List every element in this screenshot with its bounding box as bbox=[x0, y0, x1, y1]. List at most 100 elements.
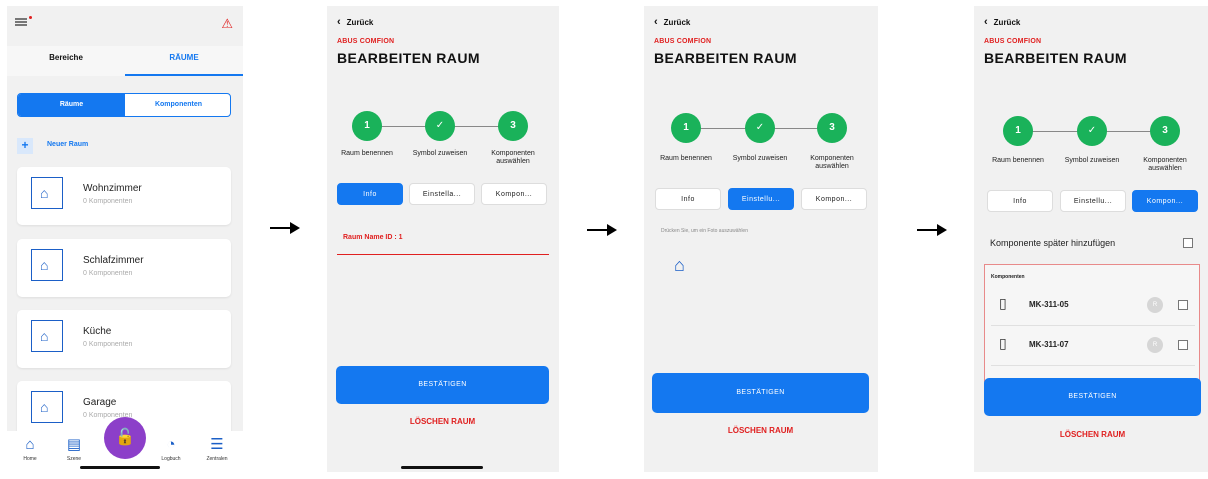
step-2: ✓ bbox=[745, 113, 775, 143]
delete-room-button[interactable]: LÖSCHEN RAUM bbox=[652, 426, 869, 435]
chevron-left-icon: ‹ bbox=[984, 16, 988, 28]
back-label: Zurück bbox=[993, 18, 1021, 27]
room-card[interactable]: ⌂ Schlafzimmer 0 Komponenten bbox=[17, 239, 231, 297]
room-icon: ⌂ bbox=[31, 391, 63, 423]
room-name-label: Raum Name ID : 1 bbox=[343, 234, 403, 241]
segment-control: Räume Komponenten bbox=[17, 93, 231, 117]
list-item[interactable]: ▯ MK-311-05 R bbox=[985, 287, 1199, 325]
edit-room-info-screen: ‹ Zurück ABUS COMFION BEARBEITEN RAUM 1 ✓… bbox=[327, 6, 559, 472]
confirm-button[interactable]: BESTÄTIGEN bbox=[984, 378, 1201, 416]
tab-bereiche[interactable]: Bereiche bbox=[7, 46, 125, 76]
add-later-label: Komponente später hinzufügen bbox=[990, 238, 1116, 248]
back-button[interactable]: ‹ Zurück bbox=[337, 16, 373, 28]
segment-components[interactable]: Komponenten bbox=[125, 94, 230, 116]
page-title: BEARBEITEN RAUM bbox=[654, 50, 797, 66]
nav-logbuch[interactable]: ◔ Logbuch bbox=[153, 436, 189, 463]
add-later-checkbox[interactable] bbox=[1183, 238, 1193, 248]
flow-arrow bbox=[270, 221, 300, 235]
step-2-label: Symbol zuweisen bbox=[1064, 157, 1120, 164]
tab-info[interactable]: Info bbox=[337, 183, 403, 205]
chevron-left-icon: ‹ bbox=[654, 16, 658, 28]
component-name: MK-311-07 bbox=[1029, 340, 1069, 349]
edit-room-components-screen: ‹ Zurück ABUS COMFION BEARBEITEN RAUM 1 ✓… bbox=[974, 6, 1208, 472]
segment-rooms[interactable]: Räume bbox=[18, 94, 125, 116]
step-3: 3 bbox=[498, 111, 528, 141]
back-label: Zurück bbox=[346, 18, 374, 27]
step-3: 3 bbox=[817, 113, 847, 143]
components-header: Komponenten bbox=[991, 274, 1025, 280]
room-icon: ⌂ bbox=[31, 320, 63, 352]
brand-label: ABUS COMFION bbox=[654, 38, 712, 45]
nav-home-label: Home bbox=[23, 456, 37, 462]
nav-home[interactable]: ⌂ Home bbox=[12, 436, 48, 463]
components-list: Komponenten ▯ MK-311-05 R ▯ MK-311-07 R bbox=[984, 264, 1200, 382]
step-2-label: Symbol zuweisen bbox=[732, 155, 788, 162]
step-3-label: Komponenten auswählen bbox=[491, 150, 535, 165]
list-item[interactable]: ▯ MK-311-07 R bbox=[985, 327, 1199, 365]
photo-hint: Drücken Sie, um ein Foto auszuwählen bbox=[661, 228, 748, 234]
tab-raeume[interactable]: RÄUME bbox=[125, 46, 243, 76]
delete-room-button[interactable]: LÖSCHEN RAUM bbox=[336, 417, 549, 426]
edit-room-settings-screen: ‹ Zurück ABUS COMFION BEARBEITEN RAUM 1 ✓… bbox=[644, 6, 878, 472]
room-name-input[interactable] bbox=[337, 254, 549, 255]
step-1: 1 bbox=[1003, 116, 1033, 146]
lock-icon: 🔓 bbox=[115, 429, 135, 446]
home-indicator bbox=[401, 466, 483, 469]
page-title: BEARBEITEN RAUM bbox=[984, 50, 1127, 66]
tab-settings[interactable]: Einstellu... bbox=[728, 188, 794, 210]
tab-components[interactable]: Kompon... bbox=[801, 188, 867, 210]
back-label: Zurück bbox=[663, 18, 691, 27]
component-checkbox[interactable] bbox=[1178, 300, 1188, 310]
step-3: 3 bbox=[1150, 116, 1180, 146]
tab-settings[interactable]: Einstella... bbox=[409, 183, 475, 205]
plus-icon: + bbox=[17, 138, 33, 154]
log-icon: ◔ bbox=[166, 436, 176, 453]
room-card[interactable]: ⌂ Küche 0 Komponenten bbox=[17, 310, 231, 368]
top-bar: ⚠ bbox=[7, 6, 243, 36]
back-button[interactable]: ‹ Zurück bbox=[984, 16, 1020, 28]
component-badge: R bbox=[1147, 297, 1163, 313]
tab-info[interactable]: Info bbox=[987, 190, 1053, 212]
confirm-button[interactable]: BESTÄTIGEN bbox=[652, 373, 869, 413]
step-1-label: Raum benennen bbox=[992, 157, 1044, 164]
step-3-label: Komponenten auswählen bbox=[1143, 157, 1187, 172]
room-count: 0 Komponenten bbox=[83, 198, 133, 205]
step-1: 1 bbox=[671, 113, 701, 143]
room-name: Schlafzimmer bbox=[83, 255, 144, 266]
component-name: MK-311-05 bbox=[1029, 300, 1069, 309]
flow-arrow bbox=[587, 223, 617, 237]
nav-zentralen[interactable]: ☰ Zentralen bbox=[199, 437, 235, 463]
brand-label: ABUS COMFION bbox=[337, 38, 395, 45]
divider bbox=[991, 325, 1195, 326]
nav-szene[interactable]: ▤ Szene bbox=[56, 436, 92, 463]
step-2-label: Symbol zuweisen bbox=[412, 150, 468, 157]
alarm-icon[interactable]: ⚠ bbox=[221, 16, 233, 32]
room-symbol-icon[interactable]: ⌂ bbox=[674, 255, 685, 276]
component-badge: R bbox=[1147, 337, 1163, 353]
room-card[interactable]: ⌂ Wohnzimmer 0 Komponenten bbox=[17, 167, 231, 225]
clapper-icon: ▤ bbox=[66, 436, 82, 453]
tab-settings[interactable]: Einstellu... bbox=[1060, 190, 1126, 212]
room-name: Küche bbox=[83, 326, 112, 337]
back-button[interactable]: ‹ Zurück bbox=[654, 16, 690, 28]
contact-sensor-icon: ▯ bbox=[999, 295, 1007, 311]
tab-components[interactable]: Kompon... bbox=[481, 183, 547, 205]
tab-info[interactable]: Info bbox=[655, 188, 721, 210]
delete-room-button[interactable]: LÖSCHEN RAUM bbox=[984, 430, 1201, 439]
confirm-button[interactable]: BESTÄTIGEN bbox=[336, 366, 549, 404]
room-count: 0 Komponenten bbox=[83, 270, 133, 277]
rooms-list-screen: ⚠ Bereiche RÄUME Räume Komponenten + Neu… bbox=[7, 6, 243, 472]
nav-zentralen-label: Zentralen bbox=[206, 456, 228, 462]
flow-arrow bbox=[917, 223, 947, 237]
menu-icon[interactable] bbox=[15, 18, 27, 26]
home-icon: ⌂ bbox=[25, 436, 35, 453]
contact-sensor-icon: ▯ bbox=[999, 335, 1007, 351]
step-2: ✓ bbox=[425, 111, 455, 141]
step-3-label: Komponenten auswählen bbox=[810, 155, 854, 170]
room-icon: ⌂ bbox=[31, 177, 63, 209]
step-1-label: Raum benennen bbox=[660, 155, 712, 162]
tab-components[interactable]: Kompon... bbox=[1132, 190, 1198, 212]
room-icon: ⌂ bbox=[31, 249, 63, 281]
lock-button[interactable]: 🔓 bbox=[104, 417, 146, 459]
component-checkbox[interactable] bbox=[1178, 340, 1188, 350]
